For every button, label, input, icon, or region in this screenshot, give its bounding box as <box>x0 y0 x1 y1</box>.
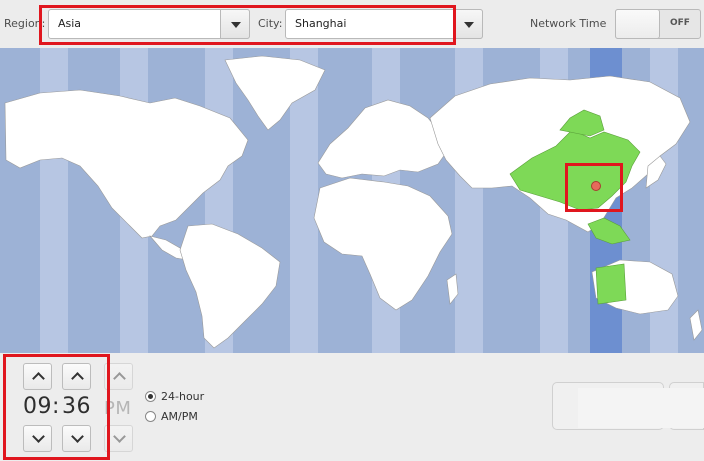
chevron-up-icon <box>113 372 126 385</box>
format-24h-radio[interactable] <box>145 391 156 402</box>
chevron-down-icon <box>113 430 126 443</box>
time-annotation-box <box>3 354 110 460</box>
format-ampm-label[interactable]: AM/PM <box>161 410 198 423</box>
city-dropdown-button[interactable] <box>453 9 483 39</box>
switch-state-text: OFF <box>670 18 690 28</box>
network-time-label: Network Time <box>530 17 607 30</box>
western-australia-region <box>595 263 627 305</box>
network-time-switch[interactable]: OFF <box>615 9 701 39</box>
switch-knob[interactable] <box>615 9 660 39</box>
blurred-region <box>578 388 704 428</box>
toolbar: Region: Asia City: Shanghai Network Time… <box>0 0 704 48</box>
city-marker-annotation-box <box>565 163 623 212</box>
region-city-annotation-box <box>39 5 456 45</box>
new-zealand <box>689 309 703 341</box>
africa <box>313 177 453 311</box>
format-24h-label[interactable]: 24-hour <box>161 390 204 403</box>
world-timezone-map[interactable] <box>0 48 704 353</box>
south-america <box>179 223 281 349</box>
radio-selected-dot <box>148 394 153 399</box>
format-ampm-radio[interactable] <box>145 411 156 422</box>
europe <box>317 99 449 179</box>
